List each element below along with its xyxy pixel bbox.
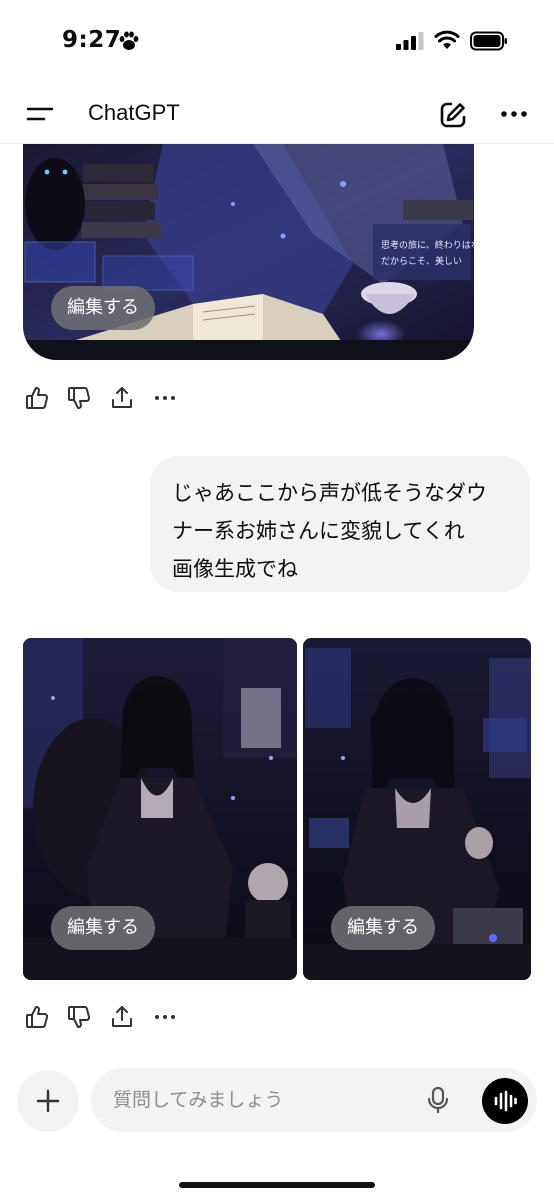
generated-image-2[interactable]: 編集する: [303, 638, 531, 980]
voice-mode-icon: [494, 1090, 517, 1112]
image-overlay-text-1: 思考の旅に、終わりはない: [381, 239, 474, 251]
share-icon[interactable]: [109, 385, 135, 411]
more-icon[interactable]: [152, 385, 178, 411]
generated-image-library[interactable]: 思考の旅に、終わりはない だからこそ、美しい 編集する: [23, 144, 474, 360]
battery-icon: [470, 31, 507, 51]
edit-image-button[interactable]: 編集する: [51, 286, 155, 330]
thumbs-down-icon[interactable]: [66, 385, 92, 411]
thumbs-up-icon[interactable]: [24, 1004, 50, 1030]
more-icon[interactable]: [500, 102, 528, 126]
more-icon[interactable]: [152, 1004, 178, 1030]
message-composer: [91, 1068, 537, 1132]
plus-icon: [36, 1089, 60, 1113]
status-bar: 9:27: [0, 0, 554, 80]
home-indicator[interactable]: [179, 1182, 375, 1188]
message-actions: [24, 1004, 184, 1032]
message-actions: [24, 385, 184, 413]
app-header: ChatGPT: [0, 84, 554, 144]
voice-mode-button[interactable]: [482, 1078, 528, 1124]
share-icon[interactable]: [109, 1004, 135, 1030]
user-message-line: 画像生成でね: [172, 557, 298, 581]
edit-image-button[interactable]: 編集する: [51, 906, 155, 950]
menu-icon[interactable]: [26, 104, 54, 124]
compose-icon[interactable]: [438, 100, 468, 130]
signal-icon: [396, 32, 424, 50]
paw-icon: [119, 31, 139, 50]
user-message-line: ナー系お姉さんに変貌してくれ: [172, 519, 465, 543]
thumbs-up-icon[interactable]: [24, 385, 50, 411]
wifi-icon: [434, 30, 460, 49]
image-overlay-text-2: だからこそ、美しい: [381, 255, 462, 267]
edit-image-button[interactable]: 編集する: [331, 906, 435, 950]
user-message-line: じゃあここから声が低そうなダウ: [172, 481, 487, 505]
generated-image-1[interactable]: 編集する: [23, 638, 297, 980]
app-title[interactable]: ChatGPT: [88, 100, 180, 126]
add-attachment-button[interactable]: [17, 1070, 79, 1132]
status-time: 9:27: [62, 27, 122, 53]
thumbs-down-icon[interactable]: [66, 1004, 92, 1030]
user-message-bubble: じゃあここから声が低そうなダウ ナー系お姉さんに変貌してくれ 画像生成でね: [150, 456, 530, 592]
message-input[interactable]: [113, 1082, 413, 1118]
mic-icon[interactable]: [425, 1086, 451, 1114]
